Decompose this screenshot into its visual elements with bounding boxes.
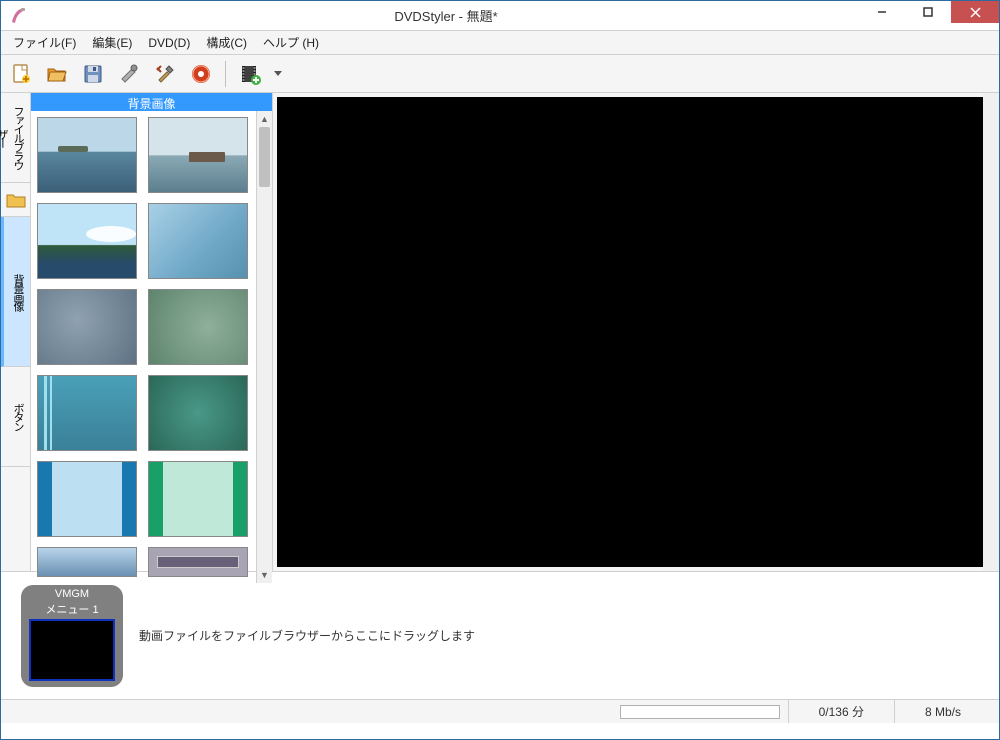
minimize-button[interactable] <box>859 1 905 23</box>
vmgm-menu-label: メニュー 1 <box>25 601 119 617</box>
background-thumb[interactable] <box>37 461 137 537</box>
toolbar <box>1 55 999 93</box>
timeline-drop-hint: 動画ファイルをファイルブラウザーからここにドラッグします <box>139 627 475 644</box>
main-body: ファイルブラウザー 背景画像 ボタン 背景画像 <box>1 93 999 571</box>
tools-button[interactable] <box>151 60 179 88</box>
backgrounds-panel-header: 背景画像 <box>31 93 272 111</box>
timeline-panel: VMGM メニュー 1 動画ファイルをファイルブラウザーからここにドラッグします <box>1 571 999 699</box>
window-controls <box>859 1 999 30</box>
tab-buttons[interactable]: ボタン <box>1 367 30 467</box>
background-thumb[interactable] <box>37 375 137 451</box>
thumbnail-grid <box>31 111 256 583</box>
preview-area <box>273 93 999 571</box>
menu-dvd[interactable]: DVD(D) <box>142 34 196 52</box>
menu-bar: ファイル(F) 編集(E) DVD(D) 構成(C) ヘルプ (H) <box>1 31 999 55</box>
vmgm-label: VMGM <box>55 588 89 600</box>
add-video-button[interactable] <box>236 60 264 88</box>
side-tab-strip: ファイルブラウザー 背景画像 ボタン <box>1 93 31 571</box>
settings-button[interactable] <box>115 60 143 88</box>
disc-usage-meter <box>620 705 780 719</box>
app-icon <box>5 2 33 30</box>
tab-backgrounds[interactable]: 背景画像 <box>1 217 30 367</box>
add-video-dropdown[interactable] <box>272 71 284 77</box>
maximize-button[interactable] <box>905 1 951 23</box>
tab-folder-icon[interactable] <box>1 183 30 217</box>
menu-preview <box>330 112 930 552</box>
toolbar-separator <box>225 61 226 87</box>
burn-disc-button[interactable] <box>187 60 215 88</box>
tab-file-browser[interactable]: ファイルブラウザー <box>1 93 30 183</box>
thumbnail-scroll-area: ▲ ▼ <box>31 111 272 583</box>
background-thumb[interactable] <box>37 203 137 279</box>
save-project-button[interactable] <box>79 60 107 88</box>
background-thumb[interactable] <box>37 117 137 193</box>
vmgm-tile[interactable]: VMGM メニュー 1 <box>21 585 123 687</box>
window-title: DVDStyler - 無題* <box>33 6 859 25</box>
menu-file[interactable]: ファイル(F) <box>7 32 82 53</box>
preview-canvas[interactable] <box>277 97 983 567</box>
open-project-button[interactable] <box>43 60 71 88</box>
status-bitrate: 8 Mb/s <box>894 700 991 723</box>
background-thumb[interactable] <box>148 547 248 577</box>
menu-edit[interactable]: 編集(E) <box>86 32 138 53</box>
background-thumb[interactable] <box>148 203 248 279</box>
vmgm-thumbnail[interactable] <box>29 619 115 681</box>
background-thumb[interactable] <box>148 289 248 365</box>
background-thumb[interactable] <box>148 117 248 193</box>
new-project-button[interactable] <box>7 60 35 88</box>
status-bar: 0/136 分 8 Mb/s <box>1 699 999 723</box>
preview-scrollbar[interactable] <box>983 93 999 571</box>
menu-help[interactable]: ヘルプ (H) <box>257 32 325 53</box>
thumbnail-scrollbar[interactable]: ▲ ▼ <box>256 111 272 583</box>
scrollbar-thumb[interactable] <box>259 127 270 187</box>
background-thumb[interactable] <box>148 375 248 451</box>
background-thumb[interactable] <box>148 461 248 537</box>
background-thumb[interactable] <box>37 289 137 365</box>
scroll-up-icon[interactable]: ▲ <box>257 111 272 127</box>
background-thumb[interactable] <box>37 547 137 577</box>
scroll-down-icon[interactable]: ▼ <box>257 567 272 583</box>
title-bar: DVDStyler - 無題* <box>1 1 999 31</box>
backgrounds-panel: 背景画像 ▲ ▼ <box>31 93 273 571</box>
close-button[interactable] <box>951 1 999 23</box>
status-duration: 0/136 分 <box>788 700 894 723</box>
menu-config[interactable]: 構成(C) <box>200 32 253 53</box>
